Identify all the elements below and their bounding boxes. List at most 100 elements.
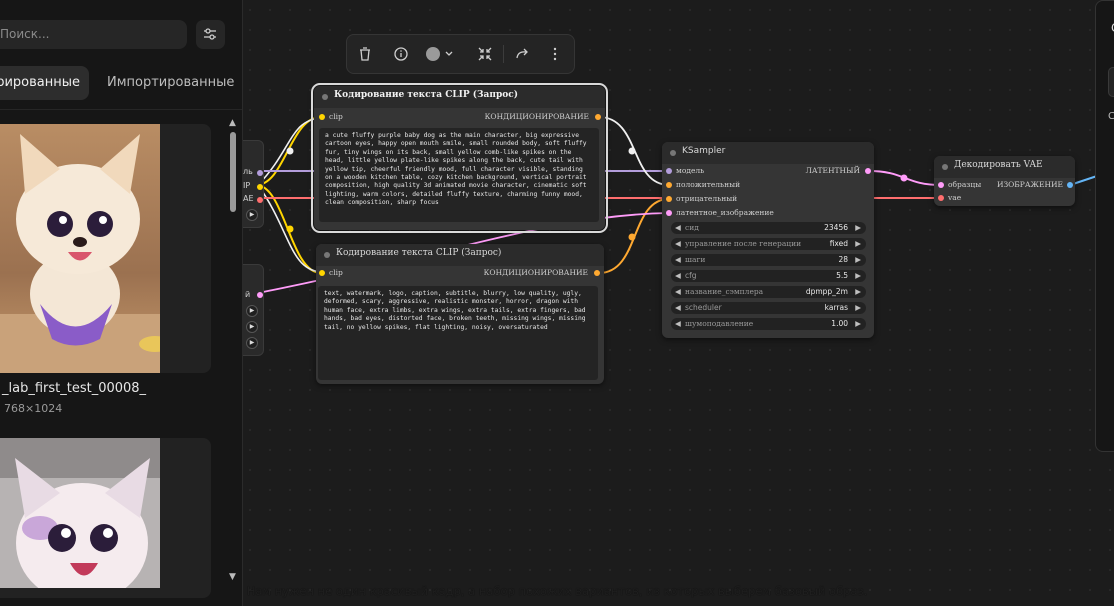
decrement-arrow[interactable]: ◀ xyxy=(675,270,681,282)
port-label-image: ИЗОБРАЖЕНИЕ xyxy=(996,180,1063,189)
widget-label: управление после генерации xyxy=(685,239,802,248)
model-loader-node-stub[interactable]: ль IP AE ▶ xyxy=(242,140,264,228)
collapse-dot[interactable] xyxy=(942,164,948,170)
search-placeholder: Поиск... xyxy=(0,27,50,41)
asset-card[interactable] xyxy=(0,124,211,373)
port-model-out[interactable] xyxy=(257,170,263,176)
collapse-icon[interactable] xyxy=(475,44,495,64)
latent-node-stub[interactable]: й ▶ ▶ ▶ xyxy=(242,264,264,356)
ksampler-node[interactable]: KSampler модель положительный отрицатель… xyxy=(662,142,874,338)
info-icon[interactable] xyxy=(391,44,411,64)
asset-card[interactable] xyxy=(0,438,211,598)
negative-prompt-textarea[interactable]: text, watermark, logo, caption, subtitle… xyxy=(318,286,598,380)
port-label-conditioning: КОНДИЦИОНИРОВАНИЕ xyxy=(484,112,589,121)
tab-imported[interactable]: Импортированные xyxy=(107,66,234,100)
widget-seed[interactable]: ◀ сид 23456 ▶ xyxy=(671,222,866,234)
positive-prompt-textarea[interactable]: a cute fluffy purple baby dog as the mai… xyxy=(319,128,599,222)
node-header[interactable]: KSampler xyxy=(662,142,874,164)
increment-arrow[interactable]: ▶ xyxy=(855,254,861,266)
tab-generated[interactable]: ерированные xyxy=(0,66,89,100)
node-title: Кодирование текста CLIP (Запрос) xyxy=(336,248,502,258)
port-conditioning-out[interactable] xyxy=(594,270,600,276)
widget-scheduler[interactable]: ◀ scheduler karras ▶ xyxy=(671,302,866,314)
arrow-button[interactable]: ▶ xyxy=(246,305,258,317)
scroll-thumb[interactable] xyxy=(230,132,236,212)
port-model-in[interactable] xyxy=(666,168,672,174)
trash-icon[interactable] xyxy=(355,44,375,64)
redo-icon[interactable] xyxy=(513,44,533,64)
node-header[interactable]: Декодировать VAE xyxy=(934,156,1075,178)
port-label-clip: clip xyxy=(329,112,343,121)
more-icon[interactable] xyxy=(545,44,565,64)
decrement-arrow[interactable]: ◀ xyxy=(675,302,681,314)
increment-arrow[interactable]: ▶ xyxy=(855,302,861,314)
asset-thumbnail xyxy=(0,124,160,373)
widget-cfg[interactable]: ◀ cfg 5.5 ▶ xyxy=(671,270,866,282)
search-input[interactable]: Поиск... xyxy=(0,20,187,49)
increment-arrow[interactable]: ▶ xyxy=(855,270,861,282)
port-clip-in[interactable] xyxy=(319,114,325,120)
widget-denoise[interactable]: ◀ шумоподавление 1.00 ▶ xyxy=(671,318,866,330)
stub-label-latent: й xyxy=(245,290,251,299)
port-image-out[interactable] xyxy=(1067,182,1073,188)
increment-arrow[interactable]: ▶ xyxy=(855,238,861,250)
right-side-panel[interactable]: С С xyxy=(1095,0,1114,452)
arrow-button[interactable]: ▶ xyxy=(246,337,258,349)
port-latent-out[interactable] xyxy=(865,168,871,174)
clip-text-encode-positive-node[interactable]: Кодирование текста CLIP (Запрос) clip КО… xyxy=(311,83,608,233)
widget-value: 1.00 xyxy=(831,319,848,328)
asset-dimensions: 768×1024 xyxy=(4,402,63,415)
collapse-dot[interactable] xyxy=(670,150,676,156)
color-picker-icon[interactable] xyxy=(423,44,457,64)
port-samples-in[interactable] xyxy=(938,182,944,188)
collapse-dot[interactable] xyxy=(324,252,330,258)
port-latent-out[interactable] xyxy=(257,292,263,298)
widget-sampler-name[interactable]: ◀ название_сэмплера dpmpp_2m ▶ xyxy=(671,286,866,298)
decrement-arrow[interactable]: ◀ xyxy=(675,254,681,266)
port-positive-in[interactable] xyxy=(666,182,672,188)
port-label-conditioning: КОНДИЦИОНИРОВАНИЕ xyxy=(483,268,588,277)
scroll-down-icon[interactable]: ▼ xyxy=(229,572,236,582)
selection-toolbar xyxy=(346,34,575,74)
node-header[interactable]: Кодирование текста CLIP (Запрос) xyxy=(314,86,605,108)
decrement-arrow[interactable]: ◀ xyxy=(675,286,681,298)
widget-steps[interactable]: ◀ шаги 28 ▶ xyxy=(671,254,866,266)
widget-label: cfg xyxy=(685,271,697,280)
widget-control-after-generate[interactable]: ◀ управление после генерации fixed ▶ xyxy=(671,238,866,250)
scroll-up-icon[interactable]: ▲ xyxy=(229,118,236,128)
widget-label: сид xyxy=(685,223,699,232)
asset-thumbnail xyxy=(0,438,160,588)
increment-arrow[interactable]: ▶ xyxy=(855,318,861,330)
panel-box[interactable] xyxy=(1108,67,1114,97)
panel-letter: С xyxy=(1108,111,1114,122)
port-label-positive: положительный xyxy=(676,180,741,189)
arrow-button[interactable]: ▶ xyxy=(246,209,258,221)
divider xyxy=(0,109,242,110)
collapse-dot[interactable] xyxy=(322,94,328,100)
port-label-negative: отрицательный xyxy=(676,194,738,203)
port-conditioning-out[interactable] xyxy=(595,114,601,120)
increment-arrow[interactable]: ▶ xyxy=(855,286,861,298)
port-vae-out[interactable] xyxy=(257,197,263,203)
port-clip-in[interactable] xyxy=(319,270,325,276)
sidebar-scrollbar[interactable]: ▲ ▼ xyxy=(226,118,240,586)
port-label-samples: образцы xyxy=(948,180,982,189)
node-header[interactable]: Кодирование текста CLIP (Запрос) xyxy=(316,244,604,266)
port-vae-in[interactable] xyxy=(938,195,944,201)
arrow-button[interactable]: ▶ xyxy=(246,321,258,333)
port-negative-in[interactable] xyxy=(666,196,672,202)
stub-label-clip: IP xyxy=(243,181,251,190)
decrement-arrow[interactable]: ◀ xyxy=(675,318,681,330)
clip-text-encode-negative-node[interactable]: Кодирование текста CLIP (Запрос) clip КО… xyxy=(316,244,604,384)
vae-decode-node[interactable]: Декодировать VAE образцы vae ИЗОБРАЖЕНИЕ xyxy=(934,156,1075,206)
port-label-vae: vae xyxy=(948,193,962,202)
sliders-icon xyxy=(204,28,216,40)
widget-value: dpmpp_2m xyxy=(805,287,848,296)
stub-label-model: ль xyxy=(243,167,253,176)
port-clip-out[interactable] xyxy=(257,184,263,190)
filter-button[interactable] xyxy=(196,20,225,49)
decrement-arrow[interactable]: ◀ xyxy=(675,238,681,250)
port-latent-in[interactable] xyxy=(666,210,672,216)
increment-arrow[interactable]: ▶ xyxy=(855,222,861,234)
decrement-arrow[interactable]: ◀ xyxy=(675,222,681,234)
